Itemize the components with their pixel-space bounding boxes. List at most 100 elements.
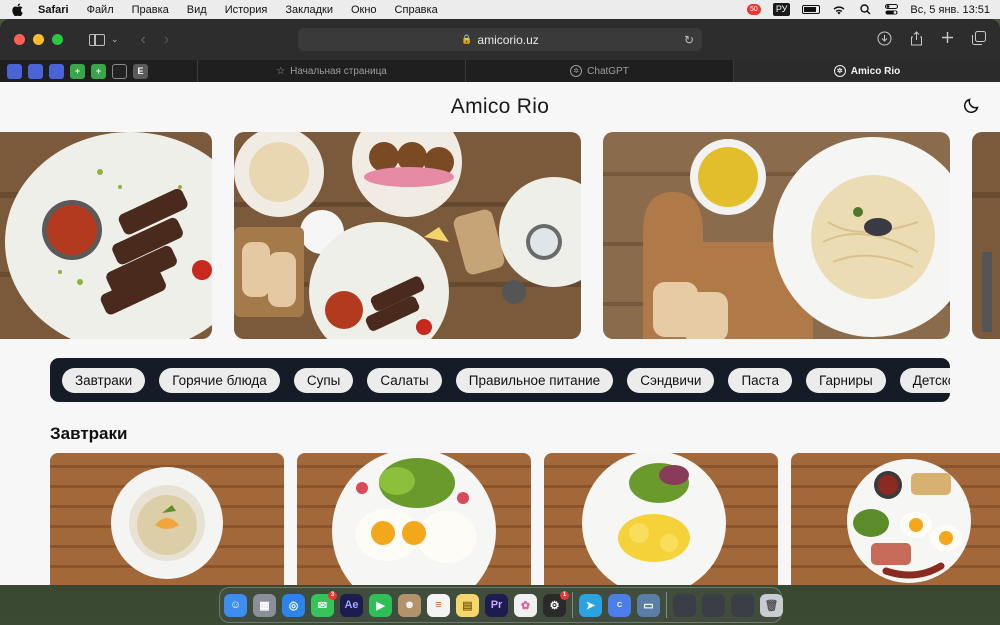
dock-separator <box>666 592 667 618</box>
category-breakfast[interactable]: Завтраки <box>62 367 146 393</box>
settings-badge: 1 <box>560 590 569 600</box>
category-sandwiches[interactable]: Сэндвичи <box>627 367 715 393</box>
tab-start-page[interactable]: ☆ Начальная страница <box>197 60 465 82</box>
dock: ☺ ▦ ◎ ✉ 3 Ae ▶ ☻ ≡ ▤ Pr ✿ ⚙ 1 ➤ C ▭ 🗑 <box>219 587 783 623</box>
address-bar[interactable]: 🔒 amicorio.uz ↻ <box>298 28 702 51</box>
tab-overview-icon[interactable] <box>972 31 986 49</box>
control-center-icon[interactable] <box>884 4 898 16</box>
tab-label: ChatGPT <box>587 65 629 77</box>
preview-icon[interactable]: ▭ <box>637 593 660 617</box>
web-page: Amico Rio Завтраки Горячие блюда Супы Са… <box>0 82 1000 585</box>
category-soups[interactable]: Супы <box>293 367 354 393</box>
safari-icon[interactable]: ◎ <box>282 593 305 617</box>
menu-file[interactable]: Файл <box>87 4 114 16</box>
tab-label: Начальная страница <box>290 65 387 77</box>
share-icon[interactable] <box>910 31 923 49</box>
minimized-window-icon[interactable] <box>731 593 754 617</box>
menu-card-fried-eggs[interactable] <box>297 453 531 585</box>
downloads-icon[interactable] <box>877 31 892 49</box>
notes-icon[interactable]: ▤ <box>456 593 479 617</box>
reminders-icon[interactable]: ≡ <box>427 593 450 617</box>
system-settings-icon[interactable]: ⚙ 1 <box>543 590 569 617</box>
minimized-window-icon[interactable] <box>673 593 696 617</box>
launchpad-icon[interactable]: ▦ <box>253 593 276 617</box>
category-pasta[interactable]: Паста <box>728 367 792 393</box>
category-sides[interactable]: Гарниры <box>805 367 886 393</box>
contacts-icon[interactable]: ☻ <box>398 593 421 617</box>
category-salads[interactable]: Салаты <box>367 367 442 393</box>
chatgpt-icon: ✲ <box>570 65 583 77</box>
bookmark-shield-icon[interactable] <box>7 63 22 79</box>
notification-badge-icon[interactable]: 50 <box>747 4 761 15</box>
menu-card-english-breakfast[interactable] <box>791 453 1000 585</box>
bookmark-e-icon[interactable]: E <box>133 63 148 79</box>
section-title: Завтраки <box>50 424 128 443</box>
category-hot-dishes[interactable]: Горячие блюда <box>159 367 280 393</box>
hero-slide-pasta[interactable] <box>603 132 950 339</box>
battery-icon[interactable] <box>802 5 821 14</box>
bookmark-plus-icon[interactable]: + <box>91 63 106 79</box>
spotlight-search-icon[interactable] <box>858 4 872 16</box>
forward-arrow-icon[interactable]: › <box>164 31 169 49</box>
menu-history[interactable]: История <box>225 4 268 16</box>
browser-toolbar: ⌄ ‹ › 🔒 amicorio.uz ↻ <box>0 19 1000 60</box>
chevron-down-icon[interactable]: ⌄ <box>111 34 119 45</box>
safari-window: ⌄ ‹ › 🔒 amicorio.uz ↻ + + E ☆ Начальная … <box>0 19 1000 585</box>
category-kids-menu[interactable]: Детское меню <box>899 367 950 393</box>
star-icon: ☆ <box>276 65 286 77</box>
bookmark-shield-icon[interactable] <box>28 63 43 79</box>
canva-icon[interactable]: C <box>608 593 631 617</box>
bookmark-plus-icon[interactable]: + <box>70 63 85 79</box>
toolbar-actions <box>877 31 986 49</box>
bookmark-shield-icon[interactable] <box>49 63 64 79</box>
input-language-indicator[interactable]: РУ <box>772 3 791 16</box>
amico-icon: ✲ <box>833 65 846 77</box>
hero-slide-partial[interactable] <box>972 132 1000 339</box>
menu-card-porridge[interactable] <box>50 453 284 585</box>
date-time[interactable]: Вс, 5 янв. 13:51 <box>910 4 990 16</box>
tab-label: Amico Rio <box>850 65 901 77</box>
tab-bar: + + E ☆ Начальная страница ✲ ChatGPT ✲ A… <box>0 60 1000 82</box>
reload-icon[interactable]: ↻ <box>684 33 694 47</box>
tab-chatgpt[interactable]: ✲ ChatGPT <box>465 60 733 82</box>
menu-help[interactable]: Справка <box>395 4 438 16</box>
wifi-icon[interactable] <box>832 4 846 16</box>
favorites-bar: + + E <box>0 63 197 79</box>
bookmark-chatgpt-icon[interactable] <box>112 63 127 79</box>
new-tab-icon[interactable] <box>941 31 954 49</box>
category-healthy-food[interactable]: Правильное питание <box>455 367 614 393</box>
apple-icon[interactable] <box>10 3 24 17</box>
menu-bookmarks[interactable]: Закладки <box>285 4 333 16</box>
menu-app-name[interactable]: Safari <box>38 4 69 16</box>
photos-icon[interactable]: ✿ <box>514 593 537 617</box>
menu-bar: Safari Файл Правка Вид История Закладки … <box>0 0 1000 19</box>
close-window-button[interactable] <box>14 34 25 45</box>
window-controls <box>14 34 63 45</box>
telegram-icon[interactable]: ➤ <box>579 593 602 617</box>
category-nav: Завтраки Горячие блюда Супы Салаты Прави… <box>50 358 950 402</box>
dock-separator <box>572 592 573 618</box>
fullscreen-window-button[interactable] <box>52 34 63 45</box>
trash-icon[interactable]: 🗑 <box>760 593 783 617</box>
finder-icon[interactable]: ☺ <box>224 593 247 617</box>
sidebar-toggle-icon[interactable] <box>89 33 105 46</box>
site-logo-title[interactable]: Amico Rio <box>0 95 1000 119</box>
menu-edit[interactable]: Правка <box>132 4 169 16</box>
menu-window[interactable]: Окно <box>351 4 377 16</box>
hero-slide-steak[interactable] <box>0 132 212 339</box>
messages-icon[interactable]: ✉ 3 <box>311 590 337 617</box>
url-text[interactable]: amicorio.uz <box>477 33 538 47</box>
hero-slide-table-spread[interactable] <box>234 132 581 339</box>
back-arrow-icon[interactable]: ‹ <box>141 31 146 49</box>
minimized-window-icon[interactable] <box>702 593 725 617</box>
facetime-icon[interactable]: ▶ <box>369 593 392 617</box>
moon-icon[interactable] <box>963 97 980 114</box>
lock-icon: 🔒 <box>461 34 473 44</box>
minimize-window-button[interactable] <box>33 34 44 45</box>
tab-amico-rio[interactable]: ✲ Amico Rio <box>733 60 1000 82</box>
after-effects-icon[interactable]: Ae <box>340 593 363 617</box>
messages-badge: 3 <box>328 590 337 600</box>
menu-view[interactable]: Вид <box>187 4 207 16</box>
menu-card-scrambled-eggs[interactable] <box>544 453 778 585</box>
premiere-icon[interactable]: Pr <box>485 593 508 617</box>
